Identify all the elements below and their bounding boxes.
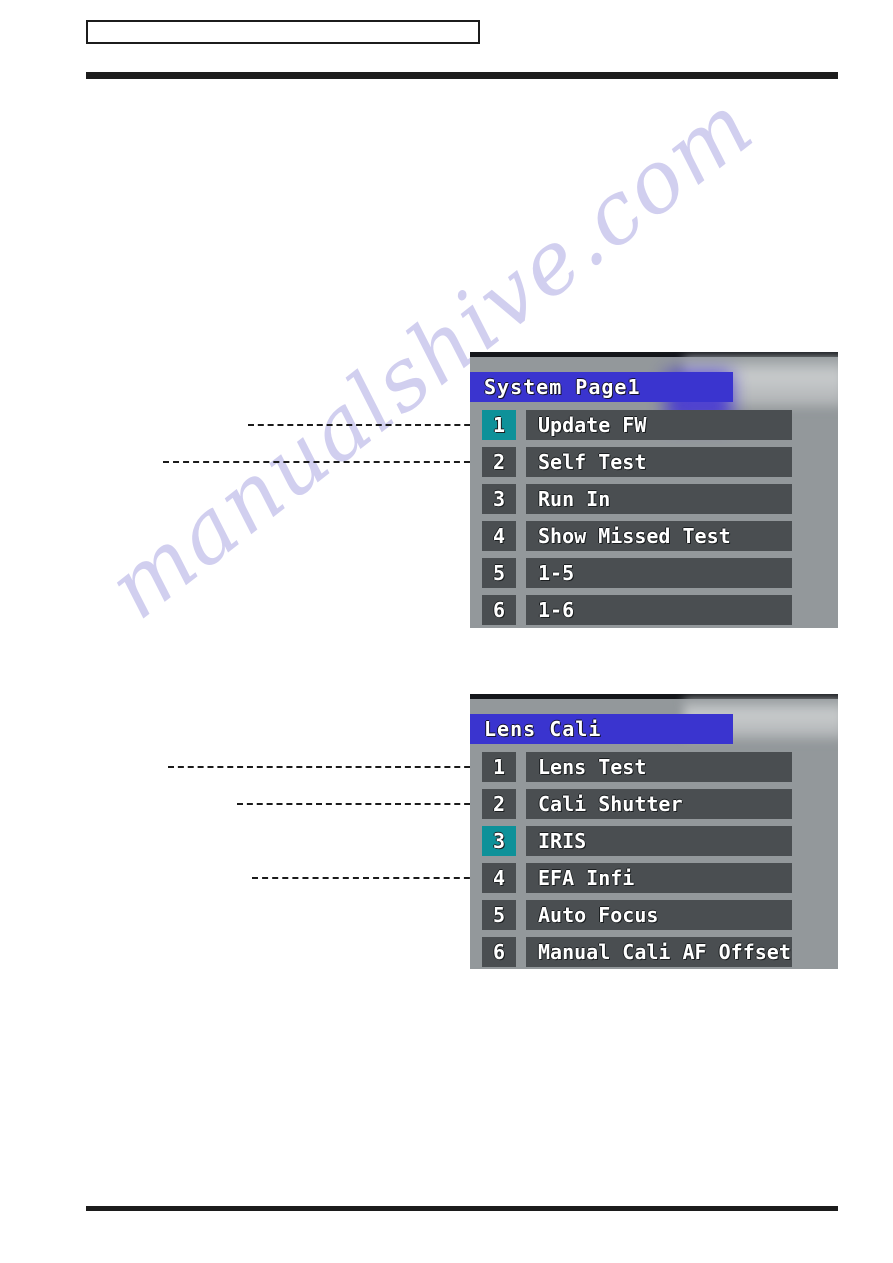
osd-row-number[interactable]: 6 (482, 595, 516, 625)
osd-menu-row[interactable]: 2 Self Test (470, 447, 838, 477)
osd-row-number[interactable]: 4 (482, 521, 516, 551)
osd-title-bar: Lens Cali (470, 714, 733, 744)
osd-row-number[interactable]: 3 (482, 484, 516, 514)
osd-row-number[interactable]: 5 (482, 558, 516, 588)
osd-menu-row[interactable]: 5 Auto Focus (470, 900, 838, 930)
osd-menu-row[interactable]: 4 Show Missed Test (470, 521, 838, 551)
osd-row-label[interactable]: Show Missed Test (526, 521, 792, 551)
header-text-box (86, 20, 480, 44)
osd-menu-row[interactable]: 5 1-5 (470, 558, 838, 588)
osd-row-label[interactable]: 1-6 (526, 595, 792, 625)
osd-top-border (470, 694, 838, 699)
osd-menu-row[interactable]: 1 Lens Test (470, 752, 838, 782)
osd-menu-row[interactable]: 4 EFA Infi (470, 863, 838, 893)
osd-menu-row[interactable]: 2 Cali Shutter (470, 789, 838, 819)
osd-menu-row[interactable]: 6 1-6 (470, 595, 838, 625)
header-divider-rule (86, 72, 838, 79)
leader-line-p2-row1 (168, 766, 480, 768)
osd-title-bar: System Page1 (470, 372, 733, 402)
osd-row-number[interactable]: 4 (482, 863, 516, 893)
osd-row-label[interactable]: Manual Cali AF Offset (526, 937, 792, 967)
osd-panel-system-page1: System Page1 1 Update FW 2 Self Test 3 R… (470, 352, 838, 628)
osd-row-label[interactable]: Cali Shutter (526, 789, 792, 819)
osd-row-label[interactable]: Auto Focus (526, 900, 792, 930)
osd-menu-row[interactable]: 3 IRIS (470, 826, 838, 856)
osd-row-number[interactable]: 2 (482, 789, 516, 819)
osd-row-number[interactable]: 1 (482, 752, 516, 782)
osd-row-number[interactable]: 6 (482, 937, 516, 967)
osd-row-number[interactable]: 2 (482, 447, 516, 477)
osd-row-label[interactable]: 1-5 (526, 558, 792, 588)
leader-line-p2-row2 (237, 803, 480, 805)
osd-row-number[interactable]: 1 (482, 410, 516, 440)
osd-menu-row[interactable]: 1 Update FW (470, 410, 838, 440)
osd-row-label[interactable]: Lens Test (526, 752, 792, 782)
footer-divider-rule (86, 1206, 838, 1211)
leader-line-p1-row1 (248, 424, 480, 426)
osd-row-label[interactable]: Self Test (526, 447, 792, 477)
osd-top-border (470, 352, 838, 357)
osd-panel-lens-cali: Lens Cali 1 Lens Test 2 Cali Shutter 3 I… (470, 694, 838, 969)
osd-row-number[interactable]: 5 (482, 900, 516, 930)
osd-menu-row[interactable]: 6 Manual Cali AF Offset (470, 937, 838, 967)
leader-line-p2-row4 (252, 877, 480, 879)
osd-row-number[interactable]: 3 (482, 826, 516, 856)
osd-row-label[interactable]: Run In (526, 484, 792, 514)
leader-line-p1-row2 (163, 461, 480, 463)
osd-row-label[interactable]: EFA Infi (526, 863, 792, 893)
osd-row-label[interactable]: IRIS (526, 826, 792, 856)
document-page: manualshive.com System Page1 1 Update FW… (0, 0, 893, 1263)
osd-menu-row[interactable]: 3 Run In (470, 484, 838, 514)
osd-row-label[interactable]: Update FW (526, 410, 792, 440)
